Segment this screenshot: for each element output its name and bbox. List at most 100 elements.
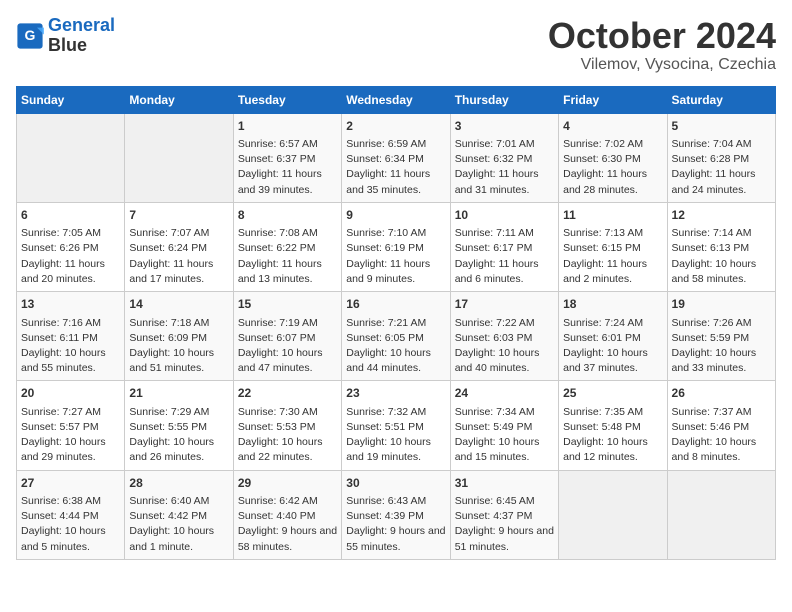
col-header-thursday: Thursday xyxy=(450,86,558,113)
day-number: 15 xyxy=(238,296,337,313)
day-number: 24 xyxy=(455,385,554,402)
calendar-cell: 2Sunrise: 6:59 AM Sunset: 6:34 PM Daylig… xyxy=(342,113,450,202)
week-row-5: 27 Sunrise: 6:38 AM Sunset: 4:44 PM Dayli… xyxy=(17,470,776,559)
calendar-cell: 3 Sunrise: 7:01 AM Sunset: 6:32 PM Daylig… xyxy=(450,113,558,202)
day-info: Sunrise: 7:34 AM Sunset: 5:49 PM Dayligh… xyxy=(455,405,554,466)
calendar-cell: 28 Sunrise: 6:40 AM Sunset: 4:42 PM Dayli… xyxy=(125,470,233,559)
day-info: Sunrise: 7:02 AM Sunset: 6:30 PM Dayligh… xyxy=(563,137,662,198)
day-info: Sunrise: 7:35 AM Sunset: 5:48 PM Dayligh… xyxy=(563,405,662,466)
col-header-tuesday: Tuesday xyxy=(233,86,341,113)
day-number: 14 xyxy=(129,296,228,313)
title-block: October 2024 Vilemov, Vysocina, Czechia xyxy=(548,16,776,74)
month-title: October 2024 xyxy=(548,16,776,56)
logo-line1: General xyxy=(48,15,115,35)
calendar-cell: 27 Sunrise: 6:38 AM Sunset: 4:44 PM Dayli… xyxy=(17,470,125,559)
day-info: Sunrise: 7:10 AM Sunset: 6:19 PM Dayligh… xyxy=(346,226,445,287)
day-info: Sunrise: 6:42 AM Sunset: 4:40 PM Dayligh… xyxy=(238,494,337,555)
week-row-2: 6Sunrise: 7:05 AM Sunset: 6:26 PM Daylig… xyxy=(17,202,776,291)
day-info: Sunrise: 7:01 AM Sunset: 6:32 PM Dayligh… xyxy=(455,137,554,198)
week-row-1: 1Sunrise: 6:57 AM Sunset: 6:37 PM Daylig… xyxy=(17,113,776,202)
day-number: 30 xyxy=(346,475,445,492)
calendar-cell xyxy=(17,113,125,202)
day-info: Sunrise: 7:24 AM Sunset: 6:01 PM Dayligh… xyxy=(563,316,662,377)
calendar-cell: 9 Sunrise: 7:10 AM Sunset: 6:19 PM Daylig… xyxy=(342,202,450,291)
logo-text: General Blue xyxy=(48,16,115,56)
day-info: Sunrise: 7:26 AM Sunset: 5:59 PM Dayligh… xyxy=(672,316,771,377)
day-number: 12 xyxy=(672,207,771,224)
day-number: 16 xyxy=(346,296,445,313)
calendar-cell: 17 Sunrise: 7:22 AM Sunset: 6:03 PM Dayli… xyxy=(450,292,558,381)
calendar-cell: 12Sunrise: 7:14 AM Sunset: 6:13 PM Dayli… xyxy=(667,202,775,291)
calendar-body: 1Sunrise: 6:57 AM Sunset: 6:37 PM Daylig… xyxy=(17,113,776,559)
day-number: 17 xyxy=(455,296,554,313)
day-info: Sunrise: 6:40 AM Sunset: 4:42 PM Dayligh… xyxy=(129,494,228,555)
day-number: 3 xyxy=(455,118,554,135)
calendar-cell: 6Sunrise: 7:05 AM Sunset: 6:26 PM Daylig… xyxy=(17,202,125,291)
calendar-cell: 13 Sunrise: 7:16 AM Sunset: 6:11 PM Dayli… xyxy=(17,292,125,381)
col-header-saturday: Saturday xyxy=(667,86,775,113)
day-number: 22 xyxy=(238,385,337,402)
calendar-cell: 26 Sunrise: 7:37 AM Sunset: 5:46 PM Dayli… xyxy=(667,381,775,470)
day-number: 18 xyxy=(563,296,662,313)
calendar-cell: 14 Sunrise: 7:18 AM Sunset: 6:09 PM Dayli… xyxy=(125,292,233,381)
location: Vilemov, Vysocina, Czechia xyxy=(548,56,776,74)
day-number: 4 xyxy=(563,118,662,135)
day-number: 21 xyxy=(129,385,228,402)
calendar-table: SundayMondayTuesdayWednesdayThursdayFrid… xyxy=(16,86,776,560)
day-info: Sunrise: 7:30 AM Sunset: 5:53 PM Dayligh… xyxy=(238,405,337,466)
calendar-cell: 23Sunrise: 7:32 AM Sunset: 5:51 PM Dayli… xyxy=(342,381,450,470)
day-number: 25 xyxy=(563,385,662,402)
day-info: Sunrise: 6:43 AM Sunset: 4:39 PM Dayligh… xyxy=(346,494,445,555)
logo-line2: Blue xyxy=(48,35,87,55)
day-info: Sunrise: 7:11 AM Sunset: 6:17 PM Dayligh… xyxy=(455,226,554,287)
calendar-cell: 24 Sunrise: 7:34 AM Sunset: 5:49 PM Dayli… xyxy=(450,381,558,470)
day-number: 11 xyxy=(563,207,662,224)
calendar-cell: 21Sunrise: 7:29 AM Sunset: 5:55 PM Dayli… xyxy=(125,381,233,470)
logo: G General Blue xyxy=(16,16,115,56)
calendar-cell: 18 Sunrise: 7:24 AM Sunset: 6:01 PM Dayli… xyxy=(559,292,667,381)
calendar-cell: 22 Sunrise: 7:30 AM Sunset: 5:53 PM Dayli… xyxy=(233,381,341,470)
day-number: 31 xyxy=(455,475,554,492)
day-number: 7 xyxy=(129,207,228,224)
week-row-3: 13 Sunrise: 7:16 AM Sunset: 6:11 PM Dayli… xyxy=(17,292,776,381)
calendar-cell: 10 Sunrise: 7:11 AM Sunset: 6:17 PM Dayli… xyxy=(450,202,558,291)
calendar-cell: 7 Sunrise: 7:07 AM Sunset: 6:24 PM Daylig… xyxy=(125,202,233,291)
day-info: Sunrise: 7:37 AM Sunset: 5:46 PM Dayligh… xyxy=(672,405,771,466)
col-header-sunday: Sunday xyxy=(17,86,125,113)
calendar-cell: 31 Sunrise: 6:45 AM Sunset: 4:37 PM Dayli… xyxy=(450,470,558,559)
day-number: 9 xyxy=(346,207,445,224)
day-number: 26 xyxy=(672,385,771,402)
day-number: 23 xyxy=(346,385,445,402)
day-number: 6 xyxy=(21,207,120,224)
day-info: Sunrise: 7:16 AM Sunset: 6:11 PM Dayligh… xyxy=(21,316,120,377)
calendar-cell: 29Sunrise: 6:42 AM Sunset: 4:40 PM Dayli… xyxy=(233,470,341,559)
page-header: G General Blue October 2024 Vilemov, Vys… xyxy=(16,16,776,74)
day-info: Sunrise: 7:04 AM Sunset: 6:28 PM Dayligh… xyxy=(672,137,771,198)
day-number: 27 xyxy=(21,475,120,492)
calendar-cell: 25 Sunrise: 7:35 AM Sunset: 5:48 PM Dayli… xyxy=(559,381,667,470)
calendar-cell: 16 Sunrise: 7:21 AM Sunset: 6:05 PM Dayli… xyxy=(342,292,450,381)
day-info: Sunrise: 7:18 AM Sunset: 6:09 PM Dayligh… xyxy=(129,316,228,377)
day-number: 10 xyxy=(455,207,554,224)
day-info: Sunrise: 7:22 AM Sunset: 6:03 PM Dayligh… xyxy=(455,316,554,377)
day-number: 19 xyxy=(672,296,771,313)
day-info: Sunrise: 7:19 AM Sunset: 6:07 PM Dayligh… xyxy=(238,316,337,377)
calendar-cell xyxy=(559,470,667,559)
col-header-friday: Friday xyxy=(559,86,667,113)
calendar-cell xyxy=(667,470,775,559)
day-number: 2 xyxy=(346,118,445,135)
day-info: Sunrise: 7:27 AM Sunset: 5:57 PM Dayligh… xyxy=(21,405,120,466)
svg-text:G: G xyxy=(25,27,36,43)
week-row-4: 20 Sunrise: 7:27 AM Sunset: 5:57 PM Dayli… xyxy=(17,381,776,470)
calendar-cell: 15 Sunrise: 7:19 AM Sunset: 6:07 PM Dayli… xyxy=(233,292,341,381)
day-info: Sunrise: 6:45 AM Sunset: 4:37 PM Dayligh… xyxy=(455,494,554,555)
calendar-cell: 8Sunrise: 7:08 AM Sunset: 6:22 PM Daylig… xyxy=(233,202,341,291)
day-number: 20 xyxy=(21,385,120,402)
day-number: 5 xyxy=(672,118,771,135)
day-number: 13 xyxy=(21,296,120,313)
day-info: Sunrise: 7:07 AM Sunset: 6:24 PM Dayligh… xyxy=(129,226,228,287)
day-info: Sunrise: 6:38 AM Sunset: 4:44 PM Dayligh… xyxy=(21,494,120,555)
col-header-monday: Monday xyxy=(125,86,233,113)
day-number: 28 xyxy=(129,475,228,492)
day-info: Sunrise: 7:21 AM Sunset: 6:05 PM Dayligh… xyxy=(346,316,445,377)
